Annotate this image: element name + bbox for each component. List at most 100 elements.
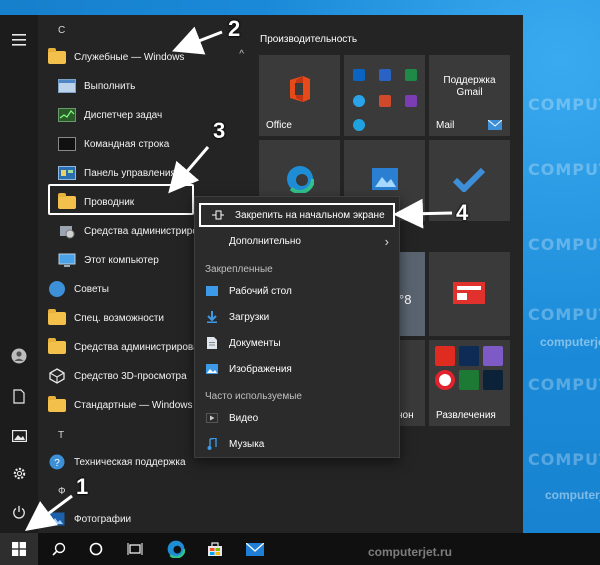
cortana-button[interactable]	[77, 533, 115, 565]
weather-temp: °8	[399, 292, 412, 307]
power-icon[interactable]	[0, 495, 38, 529]
app-run[interactable]: Выполнить	[58, 73, 248, 99]
watermark: computerjet.ru	[545, 488, 600, 502]
tile-explorer[interactable]: нон	[397, 340, 425, 426]
download-icon	[205, 311, 219, 323]
powerpoint-icon	[379, 95, 391, 107]
highlight-file-explorer	[48, 184, 194, 215]
menu-item-music[interactable]: Музыка	[195, 432, 399, 456]
admin-tools-icon	[58, 223, 76, 239]
checkmark-icon	[453, 168, 485, 192]
prime-video-icon	[459, 346, 479, 366]
start-button[interactable]	[0, 533, 38, 565]
app-label: Средство 3D-просмотра	[74, 370, 187, 382]
watermark: COMPUTERJET	[528, 235, 600, 254]
menu-item-label: Видео	[229, 412, 259, 424]
tile-news[interactable]	[429, 252, 510, 336]
taskbar-edge[interactable]	[157, 533, 195, 565]
chevron-right-icon: ›	[384, 233, 389, 249]
desktop-icon	[205, 286, 219, 296]
news-icon	[453, 282, 485, 304]
pictures-icon[interactable]	[0, 419, 38, 453]
folder-icon	[48, 395, 66, 413]
app-label: Советы	[74, 283, 109, 295]
annotation-number-3: 3	[213, 118, 226, 143]
app-label: Выполнить	[84, 80, 136, 92]
video-icon	[205, 413, 219, 423]
menu-item-downloads[interactable]: Загрузки	[195, 305, 399, 329]
app-label: Фотографии	[74, 513, 132, 525]
watermark: COMPUTERJET	[528, 305, 600, 324]
pin-icon	[211, 210, 225, 220]
watermark: COMPUTERJET	[528, 375, 600, 394]
user-icon[interactable]	[0, 339, 38, 373]
tile-weather[interactable]: °8	[397, 252, 425, 336]
app-label: Служебные — Windows	[74, 51, 185, 63]
windows-icon	[12, 542, 26, 556]
pinterest-icon	[435, 370, 455, 390]
menu-item-label: Рабочий стол	[229, 285, 292, 297]
excel-icon	[405, 69, 417, 81]
watermark: COMPUTERJET	[528, 95, 600, 114]
menu-item-videos[interactable]: Видео	[195, 406, 399, 430]
tile-todo[interactable]	[429, 140, 510, 221]
app-label: Панель управления	[84, 167, 176, 179]
folder-icon	[48, 308, 66, 326]
svg-text:?: ?	[54, 458, 60, 469]
menu-item-label: Загрузки	[229, 311, 270, 323]
task-view-icon	[127, 543, 143, 555]
outlook-icon	[353, 69, 365, 81]
search-icon	[52, 542, 66, 556]
3d-viewer-icon	[48, 368, 66, 384]
store-icon	[208, 542, 222, 556]
app-label: Техническая поддержка	[74, 456, 186, 468]
edge-icon	[286, 165, 314, 193]
run-icon	[58, 78, 76, 94]
taskbar-store[interactable]	[196, 533, 234, 565]
folder-icon	[48, 47, 66, 65]
pinned-header: Закрепленные	[205, 264, 273, 275]
app-label: Этот компьютер	[84, 254, 159, 266]
watermark: COMPUTERJET	[528, 160, 600, 179]
tile-label: Office	[266, 120, 292, 131]
tile-office[interactable]: Office	[259, 55, 340, 136]
menu-item-pin-to-start[interactable]: Закрепить на начальном экране	[199, 203, 395, 227]
office-icon	[290, 76, 310, 102]
menu-item-documents[interactable]: Документы	[195, 331, 399, 355]
group-letter-c[interactable]: С	[58, 25, 65, 36]
annotation-number-4: 4	[456, 200, 469, 225]
folder-icon	[48, 337, 66, 355]
group-letter-f[interactable]: Ф	[58, 486, 66, 497]
app-control-panel[interactable]: Панель управления	[58, 160, 248, 186]
tile-entertainment[interactable]: Развлечения	[429, 340, 510, 426]
app-folder-system-tools[interactable]: Служебные — Windows ^	[48, 44, 248, 70]
document-icon[interactable]	[0, 379, 38, 413]
app-label: Диспетчер задач	[84, 109, 163, 121]
annotation-number-1: 1	[76, 474, 89, 499]
settings-icon[interactable]	[0, 456, 38, 490]
mail-icon	[246, 542, 264, 556]
search-button[interactable]	[40, 533, 78, 565]
hamburger-icon[interactable]	[0, 23, 38, 57]
menu-item-label: Документы	[229, 337, 281, 349]
taskbar-mail[interactable]	[236, 533, 274, 565]
tiles-section-title: Производительность	[260, 34, 358, 45]
frequent-header: Часто используемые	[205, 391, 302, 402]
pictures-icon	[205, 364, 219, 374]
menu-item-pictures[interactable]: Изображения	[195, 357, 399, 381]
app-photos[interactable]: Фотографии	[48, 506, 248, 532]
document-icon	[205, 337, 219, 349]
group-letter-t[interactable]: Т	[58, 430, 64, 441]
app-label: Командная строка	[84, 138, 170, 150]
onedrive-icon	[353, 95, 365, 107]
task-view-button[interactable]	[116, 533, 154, 565]
menu-item-label: Дополнительно	[229, 235, 301, 247]
menu-item-more[interactable]: Дополнительно ›	[195, 229, 399, 253]
mail-icon	[488, 120, 502, 130]
tile-mail[interactable]: Поддержка Gmail Mail	[429, 55, 510, 136]
menu-item-desktop[interactable]: Рабочий стол	[195, 279, 399, 303]
game-icon	[483, 346, 503, 366]
menu-item-label: Изображения	[229, 363, 292, 375]
chevron-up-icon: ^	[239, 49, 244, 60]
tile-office-apps[interactable]	[344, 55, 425, 136]
